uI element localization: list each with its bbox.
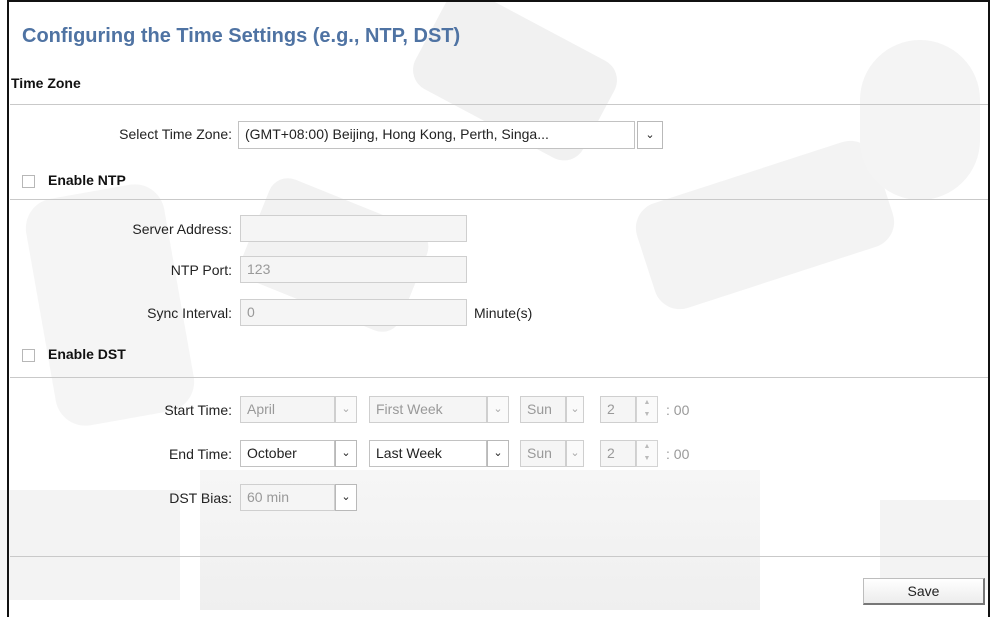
caret-down-icon[interactable]: ▼ (637, 409, 657, 421)
end-time-label: End Time: (168, 446, 232, 462)
chevron-down-icon[interactable]: ⌄ (335, 484, 357, 511)
caret-up-icon[interactable]: ▲ (637, 441, 657, 453)
page-title: Configuring the Time Settings (e.g., NTP… (22, 25, 461, 47)
server-address-label: Server Address: (132, 221, 232, 237)
chevron-down-icon[interactable]: ⌄ (566, 396, 584, 423)
sync-interval-unit: Minute(s) (474, 305, 533, 321)
end-hour-spinner[interactable]: ▲ ▼ (636, 440, 658, 467)
start-minute-suffix: : 00 (666, 402, 690, 418)
chevron-down-icon[interactable]: ⌄ (487, 440, 509, 467)
end-day-select[interactable]: Sun (520, 440, 566, 467)
end-hour-input[interactable]: 2 (600, 440, 636, 467)
server-address-input[interactable] (240, 215, 467, 242)
sync-interval-label: Sync Interval: (147, 305, 232, 321)
dst-bias-label: DST Bias: (169, 490, 232, 506)
chevron-down-icon[interactable]: ⌄ (637, 121, 663, 149)
enable-dst-label: Enable DST (48, 346, 126, 362)
chevron-down-icon[interactable]: ⌄ (335, 396, 357, 423)
caret-up-icon[interactable]: ▲ (637, 397, 657, 409)
divider (10, 556, 988, 557)
chevron-down-icon[interactable]: ⌄ (487, 396, 509, 423)
save-button[interactable]: Save (863, 578, 985, 605)
divider (10, 199, 988, 200)
start-hour-input[interactable]: 2 (600, 396, 636, 423)
time-zone-section-title: Time Zone (11, 75, 81, 91)
select-time-zone-label: Select Time Zone: (119, 126, 232, 142)
end-month-select[interactable]: October (240, 440, 335, 467)
start-month-select[interactable]: April (240, 396, 335, 423)
start-day-select[interactable]: Sun (520, 396, 566, 423)
ntp-port-input[interactable]: 123 (240, 256, 467, 283)
divider (10, 377, 988, 378)
dst-bias-select[interactable]: 60 min (240, 484, 335, 511)
enable-dst-checkbox[interactable] (22, 349, 35, 362)
time-zone-select[interactable]: (GMT+08:00) Beijing, Hong Kong, Perth, S… (238, 121, 635, 149)
chevron-down-icon[interactable]: ⌄ (335, 440, 357, 467)
end-week-select[interactable]: Last Week (369, 440, 487, 467)
divider (10, 104, 988, 105)
start-hour-spinner[interactable]: ▲ ▼ (636, 396, 658, 423)
start-time-label: Start Time: (164, 402, 232, 418)
enable-ntp-label: Enable NTP (48, 172, 126, 188)
ntp-port-label: NTP Port: (170, 262, 232, 278)
start-week-select[interactable]: First Week (369, 396, 487, 423)
sync-interval-input[interactable]: 0 (240, 299, 467, 326)
enable-ntp-checkbox[interactable] (22, 175, 35, 188)
chevron-down-icon[interactable]: ⌄ (566, 440, 584, 467)
caret-down-icon[interactable]: ▼ (637, 453, 657, 465)
end-minute-suffix: : 00 (666, 446, 690, 462)
